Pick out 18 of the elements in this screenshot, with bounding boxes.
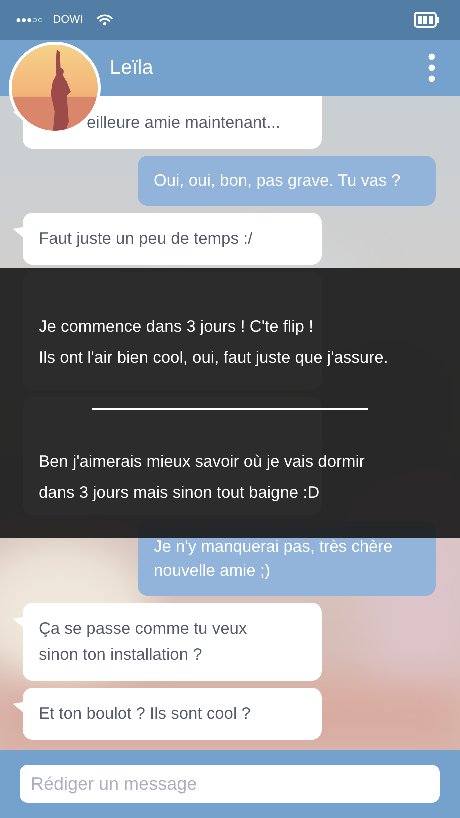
message-input[interactable]: Rédiger un message [20, 765, 440, 803]
signal-dots: ●●●○○ [16, 15, 44, 25]
reply-choice[interactable]: Ben j'aimerais mieux savoir où je vais dormir dans 3 jours mais sinon tout baigne :D [39, 447, 401, 509]
message-text: Je n'y manquerai pas, très chère [154, 537, 394, 558]
message-text: Oui, oui, bon, pas grave. Tu vas ? [154, 171, 402, 192]
carrier-name: DOWI [53, 14, 84, 26]
message-text: nouvelle amie ;) [154, 561, 272, 582]
message-text: Et ton boulot ? Ils sont cool ? [39, 704, 252, 725]
wifi-icon [97, 14, 114, 26]
reply-choice[interactable]: Ils ont l'air bien cool, oui, faut juste que j'assure. [39, 343, 388, 374]
more-options-icon[interactable] [428, 53, 436, 83]
reply-choice[interactable]: Je commence dans 3 jours ! C'te flip ! [39, 312, 314, 343]
message-text: sinon ton installation ? [39, 645, 204, 666]
message-text: Faut juste un peu de temps :/ [39, 229, 254, 250]
message-text: Ça se passe comme tu veux [39, 619, 248, 640]
contact-name: Leïla [110, 56, 154, 80]
message-text: eilleure amie maintenant... [87, 113, 282, 134]
battery-icon [414, 12, 440, 28]
